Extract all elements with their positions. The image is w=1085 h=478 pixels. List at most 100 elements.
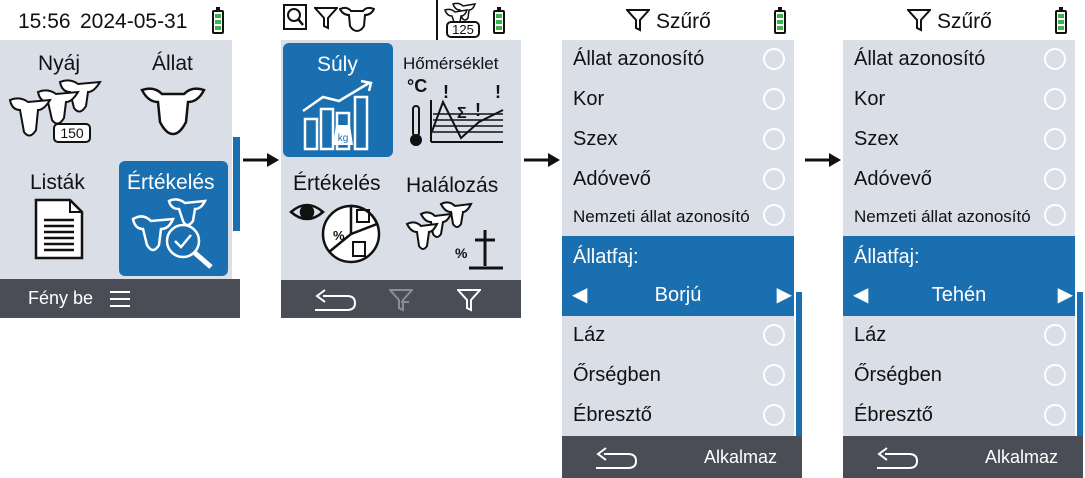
radio-button[interactable]: [1044, 128, 1066, 150]
radio-button[interactable]: [763, 324, 785, 346]
svg-text:150: 150: [60, 125, 84, 141]
screen1-main: Nyáj 150 Állat Listák Értékelés: [0, 40, 232, 279]
mortality-icon: %: [405, 201, 503, 270]
radio-button[interactable]: [763, 88, 785, 110]
tile-weight-label: Súly: [317, 53, 358, 76]
tile-evaluation[interactable]: Értékelés: [119, 161, 228, 276]
filter-icon: [314, 7, 338, 30]
filter-title: Szűrő: [937, 10, 992, 33]
tile-lists[interactable]: Listák: [0, 160, 116, 279]
svg-text:!: !: [475, 100, 481, 120]
species-selector[interactable]: Állatfaj: ◀ Tehén ▶: [843, 236, 1075, 316]
evaluation-herd-icon: [131, 198, 213, 269]
radio-button[interactable]: [1044, 168, 1066, 190]
radio-button[interactable]: [1044, 404, 1066, 426]
radio-button[interactable]: [1044, 88, 1066, 110]
tile-animal[interactable]: Állat: [116, 40, 232, 160]
cow-head-small-icon: [339, 6, 375, 32]
herd-icon: 150: [8, 79, 102, 143]
filter-row-sex[interactable]: Szex: [843, 120, 1075, 160]
species-label: Állatfaj:: [573, 246, 639, 268]
evaluation-pie-icon: %: [289, 203, 381, 264]
radio-button[interactable]: [1044, 324, 1066, 346]
light-on-button[interactable]: Fény be: [28, 288, 93, 309]
tile-evaluation-2[interactable]: Értékelés %: [281, 160, 401, 280]
filter-row-fever[interactable]: Láz: [843, 316, 1075, 356]
tile-animal-label: Állat: [152, 52, 193, 75]
status-date: 2024-05-31: [80, 10, 188, 33]
filter-row-fever[interactable]: Láz: [562, 316, 794, 356]
radio-button[interactable]: [1044, 204, 1066, 226]
species-next-arrow[interactable]: ▶: [1058, 282, 1073, 307]
back-arrow-icon[interactable]: [311, 288, 357, 312]
radio-button[interactable]: [1044, 364, 1066, 386]
radio-button[interactable]: [763, 128, 785, 150]
radio-button[interactable]: [763, 48, 785, 70]
filter-row-national-id[interactable]: Nemzeti állat azonosító: [843, 196, 1075, 236]
tile-herd[interactable]: Nyáj 150: [0, 40, 116, 160]
screen2-statusbar: 125: [281, 0, 521, 40]
svg-text:kg: kg: [338, 133, 349, 144]
filter-row-transponder[interactable]: Adóvevő: [562, 160, 794, 200]
filter-row-age[interactable]: Kor: [843, 80, 1075, 120]
species-value: Borjú: [654, 284, 702, 306]
back-arrow-icon[interactable]: [873, 446, 919, 470]
apply-button[interactable]: Alkalmaz: [704, 447, 777, 468]
filter-row-alarm[interactable]: Ébresztő: [843, 396, 1075, 436]
herd-count-icon: 125: [444, 2, 480, 38]
screen3-scrollbar[interactable]: [796, 292, 802, 436]
tile-herd-label: Nyáj: [38, 52, 81, 75]
filter-row-alarm[interactable]: Ébresztő: [562, 396, 794, 436]
radio-button[interactable]: [763, 204, 785, 226]
screen3-statusbar: Szűrő: [562, 0, 802, 40]
list-document-icon: [34, 198, 84, 260]
screen1-statusbar: 15:56 2024-05-31: [0, 0, 240, 40]
tile-mortality[interactable]: Halálozás %: [401, 160, 521, 280]
status-time: 15:56: [18, 10, 71, 33]
screen2-bottombar: [281, 280, 521, 318]
screen1-scrollbar[interactable]: [233, 137, 240, 231]
tile-evaluation-2-label: Értékelés: [293, 172, 381, 195]
species-selector[interactable]: Állatfaj: ◀ Borjú ▶: [562, 236, 794, 316]
filter-row-sex[interactable]: Szex: [562, 120, 794, 160]
svg-text:Σ: Σ: [457, 105, 467, 122]
filter-row-in-heat[interactable]: Őrségben: [843, 356, 1075, 396]
filter-icon[interactable]: [457, 288, 481, 312]
filter-remove-icon[interactable]: [389, 288, 413, 312]
species-value: Tehén: [931, 284, 987, 306]
screen2-main: Súly kg Hőmérséklet °C ! Σ ! ! Értékelés…: [281, 40, 521, 280]
filter-row-in-heat[interactable]: Őrségben: [562, 356, 794, 396]
filter-row-animal-id[interactable]: Állat azonosító: [843, 40, 1075, 80]
tile-weight[interactable]: Súly kg: [283, 43, 393, 157]
svg-text:125: 125: [452, 22, 474, 37]
screen4-scrollbar[interactable]: [1077, 292, 1083, 436]
evaluation-search-icon: [283, 4, 307, 30]
status-divider: [436, 0, 438, 40]
battery-icon: [1055, 7, 1067, 34]
species-label: Állatfaj:: [854, 246, 920, 268]
filter-row-transponder[interactable]: Adóvevő: [843, 160, 1075, 200]
tile-temperature-label: Hőmérséklet: [403, 54, 499, 73]
svg-text:%: %: [333, 228, 345, 243]
flow-arrow-2: [524, 153, 560, 167]
back-arrow-icon[interactable]: [592, 446, 638, 470]
filter-title: Szűrő: [656, 10, 711, 33]
tile-evaluation-label: Értékelés: [127, 171, 215, 194]
weight-chart-icon: kg: [302, 79, 373, 151]
menu-icon[interactable]: [110, 290, 130, 308]
species-next-arrow[interactable]: ▶: [777, 282, 792, 307]
radio-button[interactable]: [1044, 48, 1066, 70]
svg-text:!: !: [495, 82, 501, 102]
screen4-bottombar: Alkalmaz: [843, 436, 1083, 478]
tile-mortality-label: Halálozás: [406, 174, 499, 197]
radio-button[interactable]: [763, 404, 785, 426]
apply-button[interactable]: Alkalmaz: [985, 447, 1058, 468]
radio-button[interactable]: [763, 364, 785, 386]
filter-row-national-id[interactable]: Nemzeti állat azonosító: [562, 196, 794, 236]
svg-text:!: !: [443, 82, 449, 102]
radio-button[interactable]: [763, 168, 785, 190]
filter-row-animal-id[interactable]: Állat azonosító: [562, 40, 794, 80]
filter-icon: [907, 9, 931, 32]
tile-temperature[interactable]: Hőmérséklet °C ! Σ ! !: [401, 40, 521, 160]
filter-row-age[interactable]: Kor: [562, 80, 794, 120]
